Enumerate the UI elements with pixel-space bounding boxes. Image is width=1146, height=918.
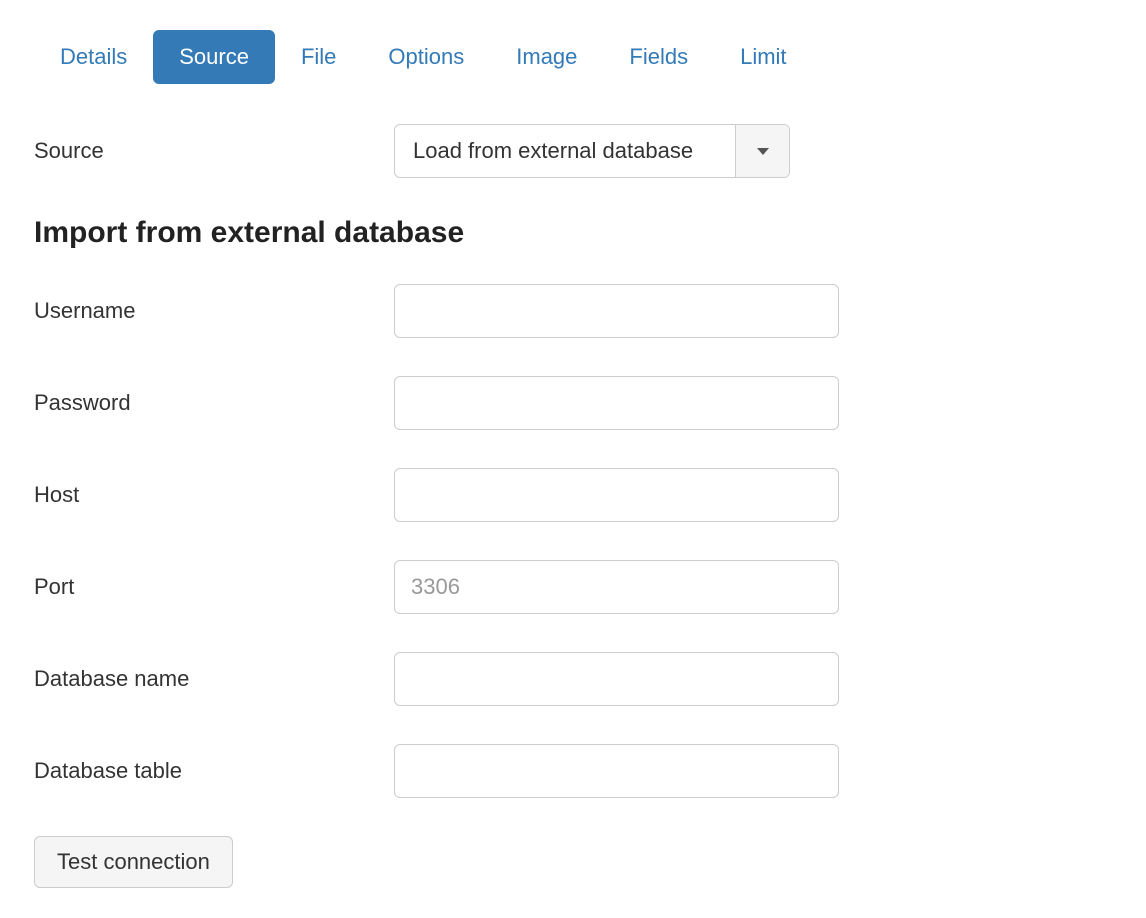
password-label: Password (34, 390, 394, 416)
username-label: Username (34, 298, 394, 324)
host-input[interactable] (394, 468, 839, 522)
chevron-down-icon (757, 148, 769, 155)
tab-fields[interactable]: Fields (603, 30, 714, 84)
username-row: Username (34, 284, 1112, 338)
source-label: Source (34, 138, 394, 164)
tab-file[interactable]: File (275, 30, 362, 84)
database-table-row: Database table (34, 744, 1112, 798)
port-row: Port (34, 560, 1112, 614)
source-dropdown-caret (735, 125, 789, 177)
host-label: Host (34, 482, 394, 508)
button-row: Test connection (34, 836, 1112, 888)
source-row: Source Load from external database (34, 124, 1112, 178)
source-dropdown-value: Load from external database (395, 125, 735, 177)
tab-limit[interactable]: Limit (714, 30, 812, 84)
database-name-label: Database name (34, 666, 394, 692)
username-input[interactable] (394, 284, 839, 338)
database-name-input[interactable] (394, 652, 839, 706)
section-heading: Import from external database (34, 216, 1112, 250)
test-connection-button[interactable]: Test connection (34, 836, 233, 888)
tab-image[interactable]: Image (490, 30, 603, 84)
database-name-row: Database name (34, 652, 1112, 706)
source-dropdown[interactable]: Load from external database (394, 124, 790, 178)
port-label: Port (34, 574, 394, 600)
database-table-input[interactable] (394, 744, 839, 798)
database-table-label: Database table (34, 758, 394, 784)
tabs: Details Source File Options Image Fields… (34, 30, 1112, 84)
tab-source[interactable]: Source (153, 30, 275, 84)
host-row: Host (34, 468, 1112, 522)
password-row: Password (34, 376, 1112, 430)
tab-options[interactable]: Options (362, 30, 490, 84)
password-input[interactable] (394, 376, 839, 430)
port-input[interactable] (394, 560, 839, 614)
tab-details[interactable]: Details (34, 30, 153, 84)
